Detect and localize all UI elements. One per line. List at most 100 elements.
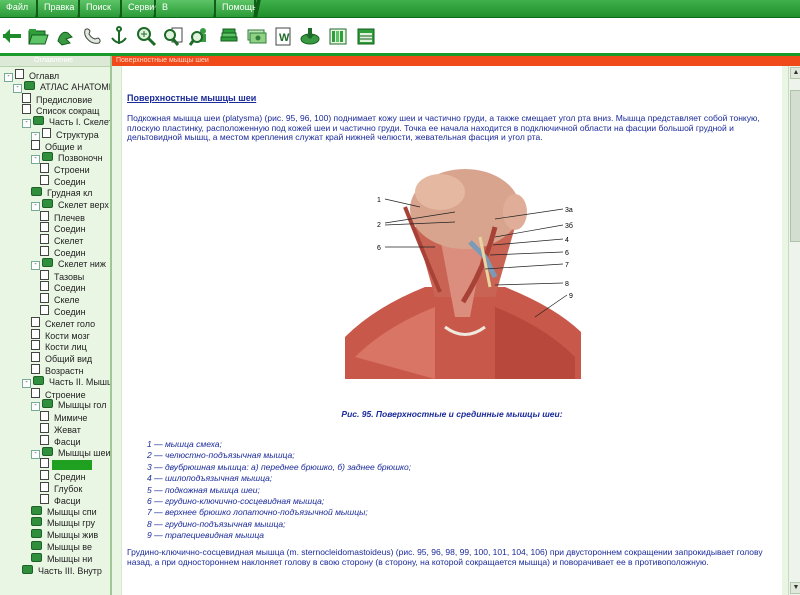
tree-item[interactable]: Жеват <box>40 423 83 435</box>
tree-expander-icon[interactable]: - <box>31 201 40 211</box>
tree-item[interactable]: - Оглавл <box>4 69 61 82</box>
tree-item-label: Соедин <box>54 307 86 317</box>
paragraph-sternocleidomastoid: Грудино-ключично-сосцевидная мышца (m. s… <box>127 547 763 567</box>
tree-item[interactable]: Соедин <box>40 305 88 317</box>
word-icon[interactable]: W <box>271 24 295 48</box>
tree-item[interactable]: Скелет <box>40 234 85 246</box>
tree-expander-icon[interactable]: - <box>13 83 22 93</box>
page-icon <box>40 470 49 481</box>
tree-item[interactable]: Список сокращ <box>22 104 101 116</box>
tree-item-label: Скелет голо <box>45 318 96 329</box>
page-icon <box>15 69 24 79</box>
vertical-scrollbar[interactable]: ▲ ▼ <box>788 66 800 595</box>
zoom-in-icon[interactable] <box>134 24 158 48</box>
page-icon <box>31 387 40 398</box>
tree-item-label: Тазовы <box>54 271 85 282</box>
figure-caption: Рис. 95. Поверхностные и срединные мышцы… <box>341 409 563 419</box>
tree-item-label: Мимиче <box>54 413 88 424</box>
tree-item[interactable]: Фасци <box>40 493 83 506</box>
tree-item[interactable]: Кости лиц <box>31 340 89 352</box>
tree-item[interactable]: Соедин <box>40 222 88 234</box>
tree-item-label: Общий вид <box>45 354 93 365</box>
tree-item[interactable]: - Мышцы шеи <box>31 446 111 459</box>
menu-file[interactable]: Файл <box>0 0 38 17</box>
tree-item[interactable]: Фасци <box>40 434 83 447</box>
library-icon[interactable] <box>326 24 350 48</box>
tree-expander-icon[interactable]: - <box>31 449 40 459</box>
tree-expander-icon[interactable]: - <box>31 402 40 412</box>
back-arrow-icon[interactable] <box>0 24 24 48</box>
scrollbar-thumb[interactable] <box>790 90 800 242</box>
tree-item[interactable]: Соедин <box>40 281 88 293</box>
tree-item[interactable]: Поверхн <box>40 458 92 471</box>
tree-item[interactable]: Средин <box>40 470 88 482</box>
tree-item[interactable]: Глубок <box>40 482 84 494</box>
tree-item[interactable]: Мышцы гру <box>31 517 97 529</box>
disk-icon[interactable] <box>298 24 322 48</box>
tree-item[interactable]: - Мышцы гол <box>31 399 108 412</box>
menu-service[interactable]: Сервис <box>122 0 159 17</box>
tree-item[interactable]: Скеле <box>40 293 82 305</box>
tree-item-label: Мышцы спи <box>47 506 97 517</box>
content-pane: Поверхностные мышцы шеи Подкожная мышца … <box>112 66 788 595</box>
tree-item[interactable]: - Структура <box>31 128 101 141</box>
contents-tree[interactable]: Оглавление -Оглавл-АТЛАС АНАТОМИИПредисл… <box>0 56 112 595</box>
tree-expander-icon[interactable]: - <box>22 378 31 388</box>
tree-item[interactable]: - Скелет верх <box>31 198 110 211</box>
tree-item[interactable]: Предисловие <box>22 92 94 105</box>
book-icon <box>33 375 44 385</box>
phone-icon[interactable] <box>80 24 104 48</box>
tree-item[interactable]: Скелет голо <box>31 316 97 329</box>
menu-search[interactable]: Поиск <box>80 0 122 17</box>
menu-help[interactable]: Помощь <box>216 0 257 17</box>
tree-item-label: Мышцы жив <box>47 530 99 541</box>
tree-item[interactable]: Строение <box>31 387 88 400</box>
tree-item[interactable]: - Скелет ниж <box>31 257 108 270</box>
tree-expander-icon[interactable]: - <box>31 154 40 164</box>
tree-item-label: Возрастн <box>45 366 84 376</box>
calendar-icon[interactable] <box>354 24 378 48</box>
book-icon <box>31 552 42 562</box>
legend-item: 3 — двубрюшная мышца: а) переднее брюшко… <box>147 461 412 472</box>
book-icon <box>31 187 42 196</box>
tree-item[interactable]: Общие и <box>31 139 84 152</box>
tree-item[interactable]: - АТЛАС АНАТОМИИ <box>13 80 110 93</box>
money-icon[interactable] <box>244 24 268 48</box>
tree-expander-icon[interactable]: - <box>22 119 31 129</box>
tree-item[interactable]: Соедин <box>40 175 88 187</box>
tree-item-label: Часть III. Внутр <box>38 565 102 576</box>
tree-item-label: Часть I. Скелет <box>49 117 112 128</box>
tree-item[interactable]: Строени <box>40 163 92 175</box>
tree-item[interactable]: Часть III. Внутр <box>22 564 104 577</box>
book-stack-icon[interactable] <box>217 24 241 48</box>
scroll-down-icon[interactable]: ▼ <box>790 582 800 594</box>
tree-item[interactable]: Тазовы <box>40 269 86 282</box>
tree-item[interactable]: - Позвоночн <box>31 151 105 164</box>
tree-item[interactable]: Плечев <box>40 210 87 223</box>
fig-label-2: 2 <box>377 222 381 229</box>
anchor-icon[interactable] <box>107 24 131 48</box>
tree-item[interactable]: Общий вид <box>31 352 94 364</box>
tree-item[interactable]: Мышцы жив <box>31 529 100 541</box>
tree-item[interactable]: - Часть II. Мышц <box>22 375 110 388</box>
hand-icon[interactable] <box>53 24 77 48</box>
zoom-list-icon[interactable] <box>161 24 185 48</box>
menu-edit[interactable]: Правка <box>38 0 80 17</box>
tree-item[interactable]: Мышцы ве <box>31 541 94 553</box>
folder-open-icon[interactable] <box>26 24 50 48</box>
tree-item[interactable]: Мимиче <box>40 411 89 423</box>
tree-item[interactable]: Грудная кл <box>31 187 94 199</box>
tree-item[interactable]: Кости мозг <box>31 328 92 341</box>
tree-item[interactable]: Мышцы спи <box>31 505 99 518</box>
tree-expander-icon[interactable]: - <box>4 73 13 82</box>
tree-item[interactable]: Возрастн <box>31 364 86 376</box>
fig-label-7: 7 <box>565 262 569 269</box>
zoom-person-icon[interactable] <box>188 24 212 48</box>
tree-item[interactable]: Соедин <box>40 246 88 258</box>
tree-item-label: Мышцы шеи <box>58 447 111 458</box>
tree-item[interactable]: - Часть I. Скелет <box>22 116 112 129</box>
scroll-up-icon[interactable]: ▲ <box>790 67 800 79</box>
tree-item[interactable]: Мышцы ни <box>31 552 94 565</box>
menu-library[interactable]: В библиотека <box>156 0 216 27</box>
tree-expander-icon[interactable]: - <box>31 260 40 270</box>
